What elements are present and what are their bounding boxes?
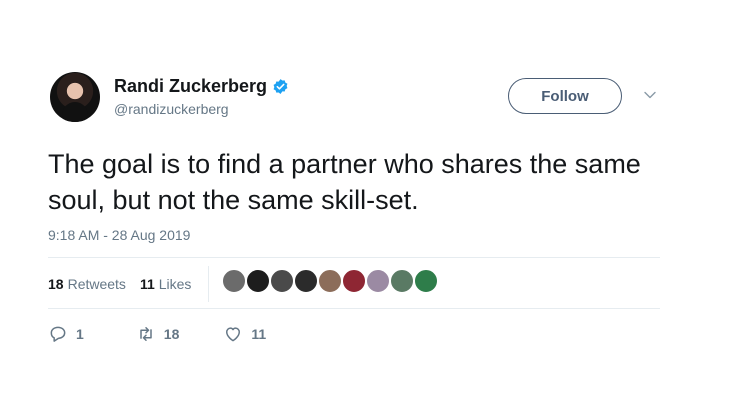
retweet-action[interactable]: 18 bbox=[136, 324, 180, 344]
stats-separator bbox=[208, 266, 209, 302]
avatar[interactable] bbox=[50, 72, 100, 122]
liker-avatar[interactable] bbox=[413, 268, 439, 294]
liker-avatar[interactable] bbox=[365, 268, 391, 294]
liker-avatar[interactable] bbox=[245, 268, 271, 294]
like-action[interactable]: 11 bbox=[223, 324, 266, 344]
reply-count: 1 bbox=[76, 326, 84, 342]
retweets-stat[interactable]: 18 Retweets bbox=[48, 276, 126, 292]
likes-count: 11 bbox=[139, 276, 155, 292]
follow-button[interactable]: Follow bbox=[508, 78, 622, 114]
retweets-count: 18 bbox=[48, 276, 64, 292]
tweet-actions: 1 18 11 bbox=[48, 324, 266, 344]
tweet-text: The goal is to find a partner who shares… bbox=[48, 149, 641, 215]
liker-avatar[interactable] bbox=[293, 268, 319, 294]
user-handle[interactable]: @randizuckerberg bbox=[114, 101, 289, 117]
display-name-row[interactable]: Randi Zuckerberg bbox=[114, 76, 289, 97]
liker-avatar[interactable] bbox=[269, 268, 295, 294]
divider-bottom bbox=[48, 308, 660, 309]
chevron-down-icon[interactable] bbox=[643, 88, 657, 102]
liker-avatar[interactable] bbox=[221, 268, 247, 294]
retweet-icon bbox=[140, 327, 152, 341]
divider-top bbox=[48, 257, 660, 258]
tweet-timestamp[interactable]: 9:18 AM - 28 Aug 2019 bbox=[48, 227, 190, 243]
engagement-stats: 18 Retweets 11 Likes bbox=[48, 276, 191, 292]
likes-label: Likes bbox=[158, 276, 192, 292]
liker-avatars bbox=[221, 268, 439, 294]
liker-avatar[interactable] bbox=[389, 268, 415, 294]
liker-avatar[interactable] bbox=[341, 268, 367, 294]
display-name[interactable]: Randi Zuckerberg bbox=[114, 76, 267, 97]
likes-stat[interactable]: 11 Likes bbox=[140, 276, 192, 292]
verified-badge-icon bbox=[273, 79, 288, 94]
liker-avatar[interactable] bbox=[317, 268, 343, 294]
like-count: 11 bbox=[251, 326, 267, 342]
user-info: Randi Zuckerberg @randizuckerberg bbox=[114, 76, 289, 117]
retweets-label: Retweets bbox=[67, 276, 126, 292]
heart-icon bbox=[226, 327, 241, 342]
reply-action[interactable]: 1 bbox=[48, 324, 84, 344]
reply-icon bbox=[50, 326, 66, 342]
retweet-count: 18 bbox=[163, 326, 180, 342]
